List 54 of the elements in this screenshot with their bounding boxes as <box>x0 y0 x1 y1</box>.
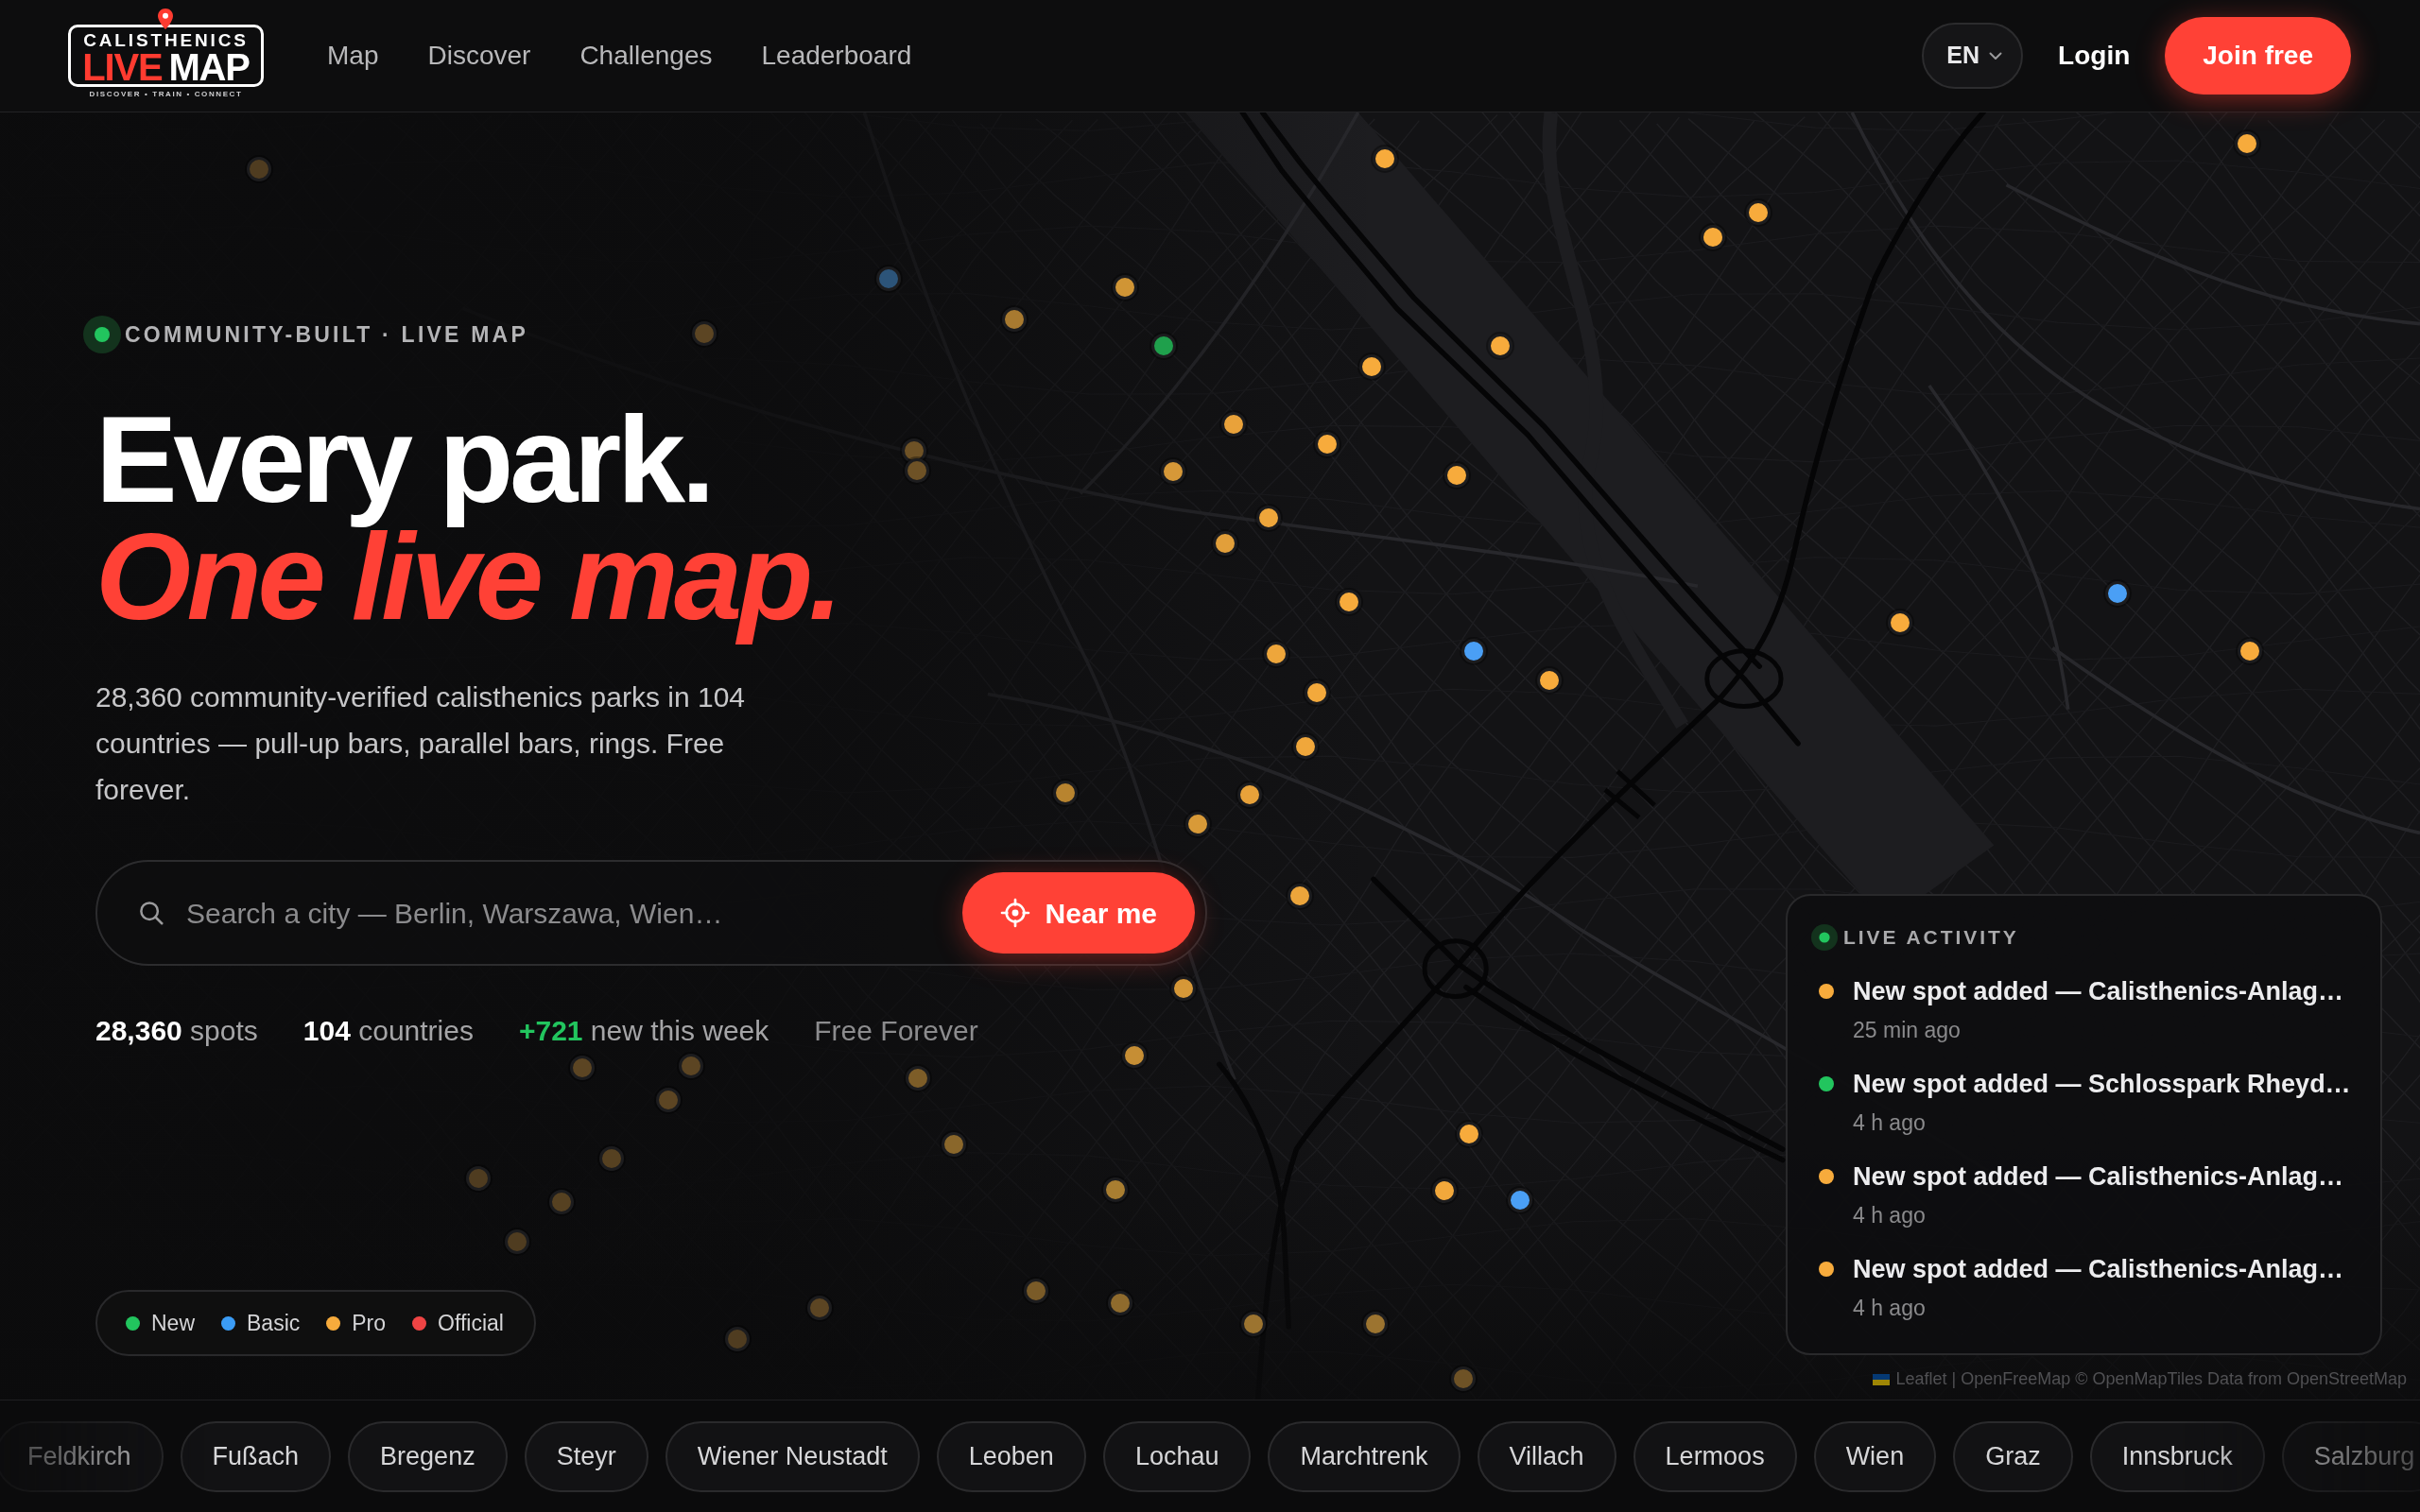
panel-title: LIVE ACTIVITY <box>1843 925 2019 951</box>
logo-frame[interactable]: CALISTHENICS LIVE MAP <box>68 25 264 87</box>
city-chip[interactable]: Marchtrenk <box>1268 1420 1461 1492</box>
hero-headline: One live map. <box>95 527 840 644</box>
hero-eyebrow: COMMUNITY-BUILT · LIVE MAP <box>125 320 528 349</box>
city-chip[interactable]: Leoben <box>936 1420 1086 1492</box>
map-attribution: Leaflet | OpenFreeMap © OpenMapTiles Data from OpenStreetMap <box>1895 1368 2407 1390</box>
legend-label: Pro <box>352 1309 387 1337</box>
hero-headline: Every park. <box>95 410 712 527</box>
city-chip[interactable]: Fußach <box>180 1420 332 1492</box>
activity-title[interactable]: New spot added — Calisthenics-Anlag… <box>1853 974 2344 1008</box>
logo-text: LIVE <box>82 50 163 84</box>
city-chip[interactable]: Wiener Neustadt <box>665 1420 920 1492</box>
city-chip[interactable]: Bregenz <box>348 1420 508 1492</box>
crosshair-icon <box>999 898 1030 928</box>
nav-link[interactable]: Challenges <box>579 39 713 73</box>
activity-time: 25 min ago <box>1853 1017 1962 1044</box>
stat-text: 28,360 spots <box>95 1014 258 1048</box>
hero-description: 28,360 community-verified calisthenics parks in 104 countries — pull-up bars, parallel bars, rings. Free forever. <box>95 680 746 807</box>
activity-title[interactable]: New spot added — Calisthenics-Anlag… <box>1853 1160 2344 1194</box>
logo-text: CALISTHENICS <box>83 31 249 49</box>
city-chip[interactable]: Wien <box>1813 1420 1937 1492</box>
activity-time: 4 h ago <box>1853 1295 1927 1322</box>
search-icon <box>137 899 165 927</box>
nav-link[interactable]: Map <box>327 39 379 73</box>
stat-text: 104 countries <box>302 1014 474 1048</box>
activity-title[interactable]: New spot added — Schlosspark Rheyd… <box>1853 1067 2351 1101</box>
legend-label: Official <box>438 1309 504 1337</box>
live-dot-icon <box>83 316 121 353</box>
city-chip[interactable]: Villach <box>1477 1420 1616 1492</box>
logo-text: MAP <box>168 50 250 84</box>
nav-link[interactable]: Leaderboard <box>761 39 912 73</box>
stat-text: Free Forever <box>814 1014 978 1048</box>
stat-text: +721 new this week <box>518 1014 769 1048</box>
chevron-down-icon <box>1989 51 2003 60</box>
legend-label: New <box>151 1309 195 1337</box>
city-chip[interactable]: Lochau <box>1102 1420 1252 1492</box>
city-chip[interactable]: Innsbruck <box>2089 1420 2265 1492</box>
login-link[interactable]: Login <box>2058 36 2131 76</box>
activity-title[interactable]: New spot added — Calisthenics-Anlag… <box>1853 1252 2344 1286</box>
activity-time: 4 h ago <box>1853 1109 1927 1137</box>
city-chip[interactable]: Graz <box>1953 1420 2073 1492</box>
logo-tagline: DISCOVER • TRAIN • CONNECT <box>89 91 243 98</box>
city-chip[interactable]: Salzburg <box>2281 1420 2420 1492</box>
map-pin-icon <box>158 9 173 29</box>
legend-label: Basic <box>247 1309 301 1337</box>
city-chip[interactable]: Feldkirch <box>0 1420 164 1492</box>
live-dot-icon <box>1811 924 1838 951</box>
city-chip[interactable]: Lermoos <box>1633 1420 1797 1492</box>
nav-link[interactable]: Discover <box>427 39 531 73</box>
flag-icon <box>1873 1373 1891 1385</box>
language-button[interactable]: EN <box>1922 23 2024 89</box>
city-chip[interactable]: Steyr <box>524 1420 648 1492</box>
activity-time: 4 h ago <box>1853 1202 1927 1229</box>
